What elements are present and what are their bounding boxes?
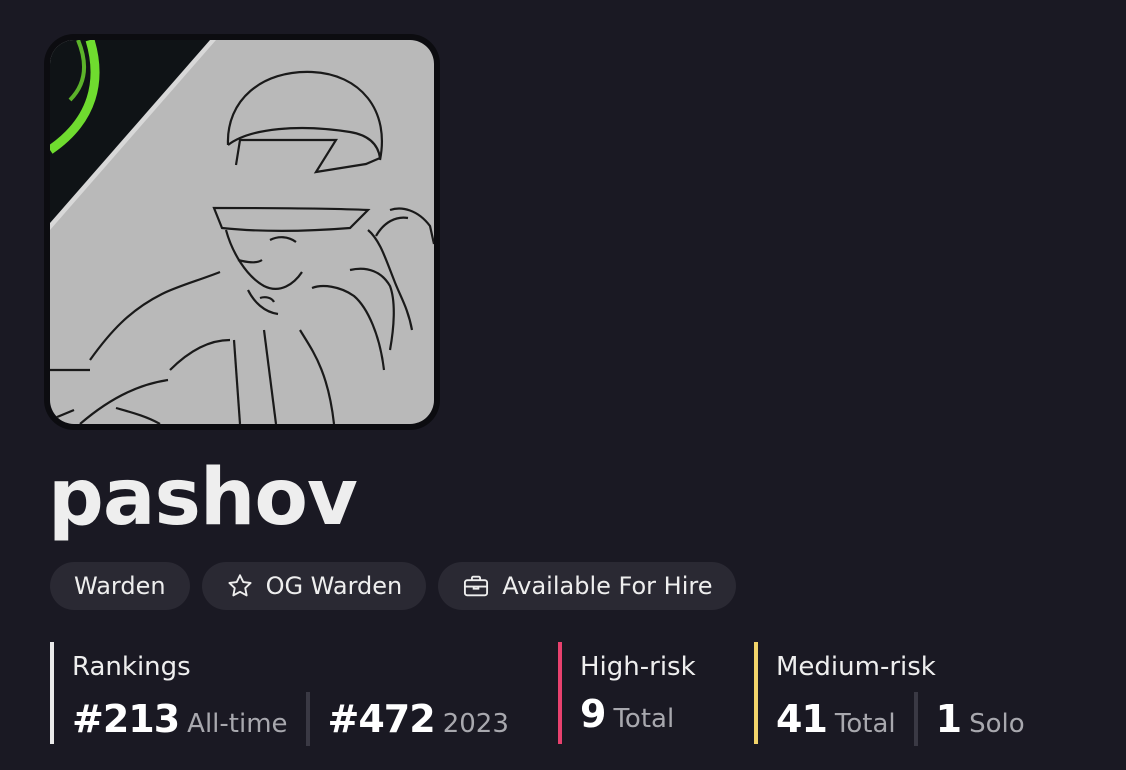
high-risk-stat: High-risk 9 Total [558, 642, 738, 744]
high-risk-title: High-risk [580, 652, 696, 682]
avatar-image [50, 40, 434, 424]
medium-risk-total: 41 Total [776, 697, 896, 741]
briefcase-icon [464, 575, 489, 597]
high-risk-total: 9 Total [580, 692, 674, 736]
medium-risk-title: Medium-risk [776, 652, 936, 682]
badge-list: Warden OG Warden Available For Hire [50, 562, 737, 610]
high-risk-total-label: Total [613, 704, 675, 734]
rankings-title: Rankings [72, 652, 191, 682]
avatar [44, 34, 440, 430]
medium-risk-total-value: 41 [776, 697, 828, 741]
medium-risk-solo-value: 1 [935, 697, 962, 741]
medium-risk-stat: Medium-risk 41 Total 1 Solo [754, 642, 1054, 746]
high-risk-total-value: 9 [580, 692, 606, 736]
divider [305, 692, 310, 746]
medium-risk-solo-label: Solo [969, 709, 1025, 739]
year-rank-value: #472 [327, 697, 436, 741]
star-icon [228, 574, 252, 597]
medium-risk-solo: 1 Solo [936, 697, 1025, 741]
year-rank-label: 2023 [442, 709, 509, 739]
rankings-stat: Rankings #213 All-time #472 2023 [50, 642, 530, 746]
username: pashov [48, 453, 358, 543]
profile-page: pashov Warden OG Warden Available For Hi… [0, 0, 1126, 770]
badge-label: Warden [74, 572, 166, 600]
badge-available-for-hire: Available For Hire [438, 562, 737, 610]
all-time-rank-label: All-time [187, 709, 288, 739]
medium-risk-total-label: Total [834, 709, 896, 739]
year-rank: #472 2023 [328, 697, 509, 741]
badge-label: OG Warden [265, 572, 403, 600]
all-time-rank-value: #213 [72, 697, 180, 741]
badge-og-warden: OG Warden [201, 562, 427, 610]
badge-warden: Warden [50, 562, 190, 610]
all-time-rank: #213 All-time [72, 697, 288, 741]
badge-label: Available For Hire [502, 572, 713, 600]
divider [913, 692, 918, 746]
